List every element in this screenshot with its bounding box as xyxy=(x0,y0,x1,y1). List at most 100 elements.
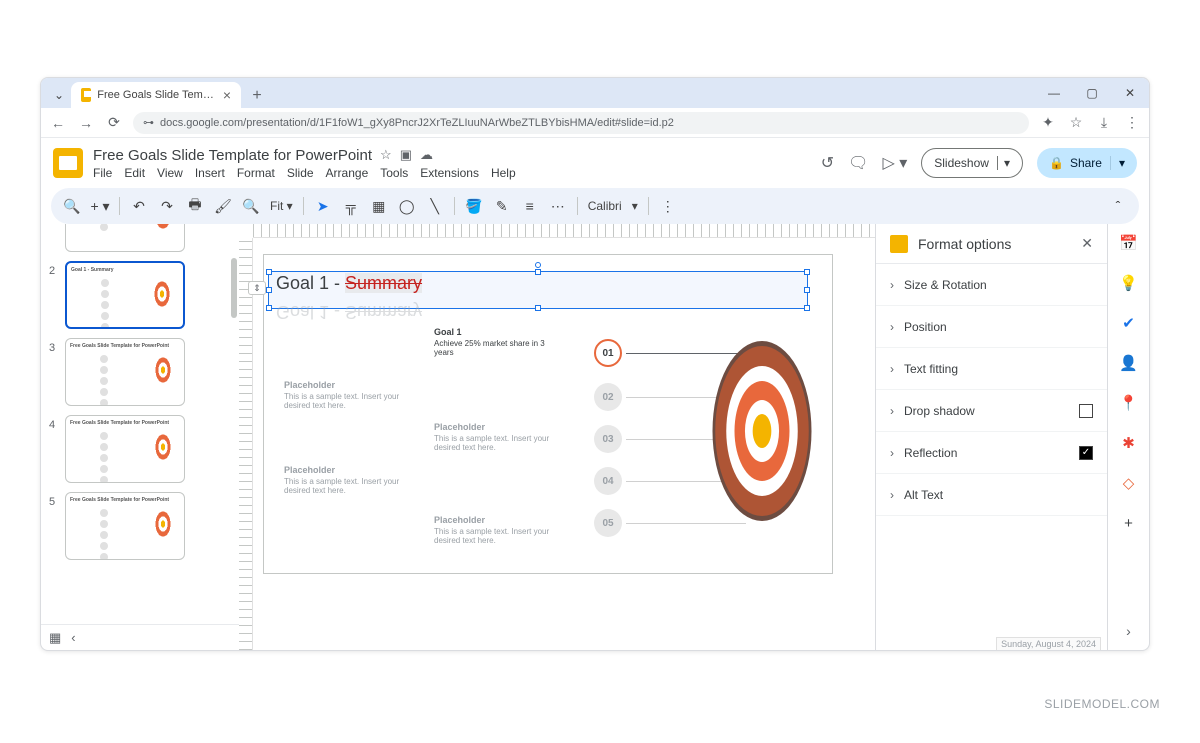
resize-handle[interactable] xyxy=(266,287,272,293)
font-select[interactable]: Calibri ▾ xyxy=(584,199,642,213)
comments-icon[interactable]: 🗨 xyxy=(848,153,868,173)
resize-handle[interactable] xyxy=(804,287,810,293)
minimize-button[interactable]: — xyxy=(1035,78,1073,108)
get-addons-button[interactable]: + xyxy=(1118,512,1140,534)
contacts-icon[interactable]: 👤 xyxy=(1118,352,1140,374)
fill-color-button[interactable]: 🪣 xyxy=(461,193,487,219)
collapse-toolbar-icon[interactable]: ˆ xyxy=(1105,193,1131,219)
format-alt-text[interactable]: ›Alt Text xyxy=(876,474,1107,516)
line-tool[interactable]: ╲ xyxy=(422,193,448,219)
menu-view[interactable]: View xyxy=(157,166,183,180)
paint-format-button[interactable]: 🖌 xyxy=(210,193,236,219)
zoom-select[interactable]: Fit ▾ xyxy=(266,199,297,213)
share-button[interactable]: 🔒 Share ▾ xyxy=(1037,148,1137,178)
close-panel-button[interactable]: ✕ xyxy=(1081,235,1093,252)
resize-handle[interactable] xyxy=(266,305,272,311)
addon-icon-2[interactable]: ◇ xyxy=(1118,472,1140,494)
slideshow-dropdown-icon[interactable]: ▾ xyxy=(997,156,1010,170)
menu-insert[interactable]: Insert xyxy=(195,166,225,180)
back-button[interactable]: ← xyxy=(49,115,67,131)
meet-icon[interactable]: ▷ ▾ xyxy=(882,153,907,173)
bookmark-icon[interactable]: ☆ xyxy=(1067,114,1085,131)
menu-edit[interactable]: Edit xyxy=(124,166,145,180)
close-tab-icon[interactable]: × xyxy=(223,87,231,103)
reload-button[interactable]: ⟳ xyxy=(105,114,123,131)
canvas-area[interactable]: ⇕ Goal 1 - Summary Goal 1 xyxy=(239,224,875,650)
forward-button[interactable]: → xyxy=(77,115,95,131)
border-color-button[interactable]: ✎ xyxy=(489,193,515,219)
resize-handle[interactable] xyxy=(266,269,272,275)
menu-file[interactable]: File xyxy=(93,166,112,180)
slide-thumbnail[interactable] xyxy=(65,224,185,252)
move-folder-icon[interactable]: ▣ xyxy=(400,147,412,163)
slide-canvas[interactable]: ⇕ Goal 1 - Summary Goal 1 xyxy=(263,254,833,574)
addon-icon[interactable]: ✱ xyxy=(1118,432,1140,454)
menu-arrange[interactable]: Arrange xyxy=(326,166,369,180)
resize-handle[interactable] xyxy=(804,269,810,275)
print-button[interactable]: 🖶 xyxy=(182,193,208,219)
tasks-icon[interactable]: ✔ xyxy=(1118,312,1140,334)
grid-view-button[interactable]: ▦ xyxy=(49,630,61,646)
calendar-icon[interactable]: 📅 xyxy=(1118,232,1140,254)
site-info-icon[interactable]: ⊶ xyxy=(143,116,154,129)
url-text: docs.google.com/presentation/d/1F1foW1_g… xyxy=(160,117,674,129)
slide-thumbnail[interactable]: Free Goals Slide Template for PowerPoint xyxy=(65,415,185,483)
star-icon[interactable]: ☆ xyxy=(380,147,392,163)
menu-extensions[interactable]: Extensions xyxy=(420,166,479,180)
menu-slide[interactable]: Slide xyxy=(287,166,314,180)
slides-logo-icon[interactable] xyxy=(53,148,83,178)
collapse-rail-icon[interactable]: › xyxy=(1118,620,1140,642)
select-tool[interactable]: ➤ xyxy=(310,193,336,219)
resize-handle[interactable] xyxy=(535,269,541,275)
resize-handle[interactable] xyxy=(535,305,541,311)
rotate-handle[interactable] xyxy=(535,262,541,268)
slide-thumbnail-active[interactable]: Goal 1 - Summary xyxy=(65,261,185,329)
tab-search-icon[interactable]: ⌄ xyxy=(47,82,71,108)
image-tool[interactable]: ▦ xyxy=(366,193,392,219)
prev-slide-button[interactable]: ‹ xyxy=(71,630,75,645)
share-dropdown-icon[interactable]: ▾ xyxy=(1110,156,1133,170)
format-size-rotation[interactable]: ›Size & Rotation xyxy=(876,264,1107,306)
download-icon[interactable]: ⤓ xyxy=(1095,114,1113,131)
new-slide-button[interactable]: + ▾ xyxy=(87,193,113,219)
new-tab-button[interactable]: + xyxy=(245,84,269,108)
horizontal-ruler xyxy=(253,224,875,238)
maximize-button[interactable]: ▢ xyxy=(1073,78,1111,108)
slideshow-button[interactable]: Slideshow ▾ xyxy=(921,148,1023,178)
menu-tools[interactable]: Tools xyxy=(380,166,408,180)
thumbnail-scrollbar[interactable] xyxy=(231,228,237,611)
slide-thumbnail[interactable]: Free Goals Slide Template for PowerPoint xyxy=(65,492,185,560)
drop-shadow-checkbox[interactable] xyxy=(1079,404,1093,418)
search-menus-icon[interactable]: 🔍 xyxy=(59,193,85,219)
address-bar[interactable]: ⊶ docs.google.com/presentation/d/1F1foW1… xyxy=(133,112,1029,134)
border-weight-button[interactable]: ≡ xyxy=(517,193,543,219)
document-title[interactable]: Free Goals Slide Template for PowerPoint xyxy=(93,147,372,164)
history-icon[interactable]: ↺ xyxy=(821,153,834,173)
format-text-fitting[interactable]: ›Text fitting xyxy=(876,348,1107,390)
shape-tool[interactable]: ◯ xyxy=(394,193,420,219)
close-window-button[interactable]: ✕ xyxy=(1111,78,1149,108)
number-circle-3: 03 xyxy=(594,425,622,453)
text-move-handle-icon[interactable]: ⇕ xyxy=(248,281,266,295)
resize-handle[interactable] xyxy=(804,305,810,311)
undo-button[interactable]: ↶ xyxy=(126,193,152,219)
textbox-tool[interactable]: ╦ xyxy=(338,193,364,219)
reflection-checkbox[interactable]: ✓ xyxy=(1079,446,1093,460)
more-tools-button[interactable]: ⋮ xyxy=(655,193,681,219)
slide-title-text[interactable]: Goal 1 - Summary xyxy=(276,273,422,294)
gemini-icon[interactable]: ✦ xyxy=(1039,114,1057,131)
browser-tab[interactable]: Free Goals Slide Template for P... × xyxy=(71,82,241,108)
zoom-icon[interactable]: 🔍 xyxy=(238,193,264,219)
slide-thumbnail[interactable]: Free Goals Slide Template for PowerPoint xyxy=(65,338,185,406)
menu-help[interactable]: Help xyxy=(491,166,516,180)
keep-icon[interactable]: 💡 xyxy=(1118,272,1140,294)
border-dash-button[interactable]: ⋯ xyxy=(545,193,571,219)
format-reflection[interactable]: ›Reflection✓ xyxy=(876,432,1107,474)
cloud-status-icon[interactable]: ☁ xyxy=(420,147,433,163)
format-position[interactable]: ›Position xyxy=(876,306,1107,348)
browser-menu-icon[interactable]: ⋮ xyxy=(1123,114,1141,131)
menu-format[interactable]: Format xyxy=(237,166,275,180)
format-drop-shadow[interactable]: ›Drop shadow xyxy=(876,390,1107,432)
maps-icon[interactable]: 📍 xyxy=(1118,392,1140,414)
redo-button[interactable]: ↷ xyxy=(154,193,180,219)
